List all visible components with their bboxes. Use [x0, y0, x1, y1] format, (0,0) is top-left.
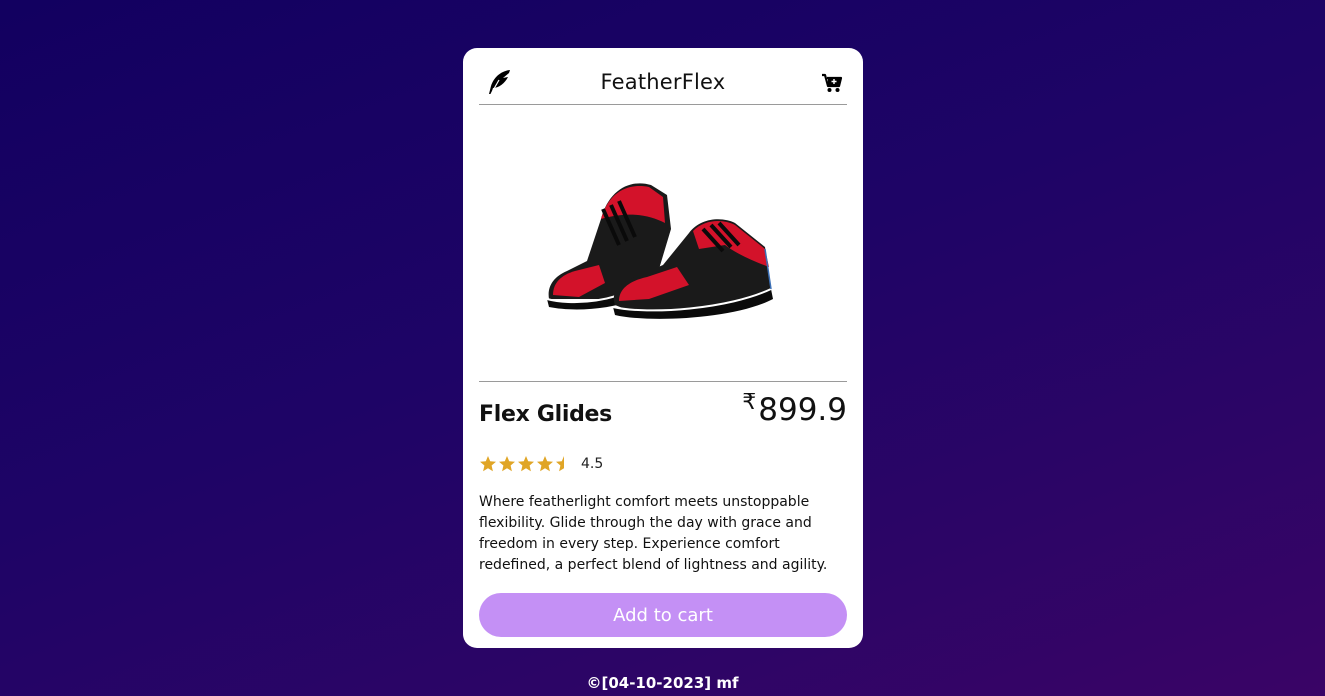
product-title-row: Flex Glides ₹899.9: [479, 382, 847, 444]
add-to-cart-button[interactable]: Add to cart: [479, 593, 847, 637]
card-header: FeatherFlex: [479, 48, 847, 105]
star-full-icon: [518, 456, 534, 472]
footer-copyright: ©[04-10-2023] mf: [586, 674, 739, 692]
rating-stars: [479, 455, 573, 473]
star-full-icon: [480, 456, 496, 472]
product-price: ₹899.9: [742, 390, 847, 428]
currency-symbol: ₹: [742, 390, 757, 415]
rating-row: 4.5: [479, 444, 847, 484]
product-description: Where featherlight comfort meets unstopp…: [479, 494, 828, 573]
product-name: Flex Glides: [479, 402, 612, 427]
star-full-icon: [537, 456, 553, 472]
price-value: 899.9: [758, 392, 847, 428]
product-image: [479, 105, 847, 382]
cart-icon[interactable]: [821, 72, 843, 94]
brand-name: FeatherFlex: [600, 70, 726, 94]
rating-value: 4.5: [581, 456, 604, 472]
product-card: FeatherFlex Flex Glides ₹899.9 4.5 Where…: [463, 48, 863, 648]
star-full-icon: [499, 456, 515, 472]
sneakers-image: [546, 183, 773, 319]
star-half-icon: [556, 456, 564, 472]
